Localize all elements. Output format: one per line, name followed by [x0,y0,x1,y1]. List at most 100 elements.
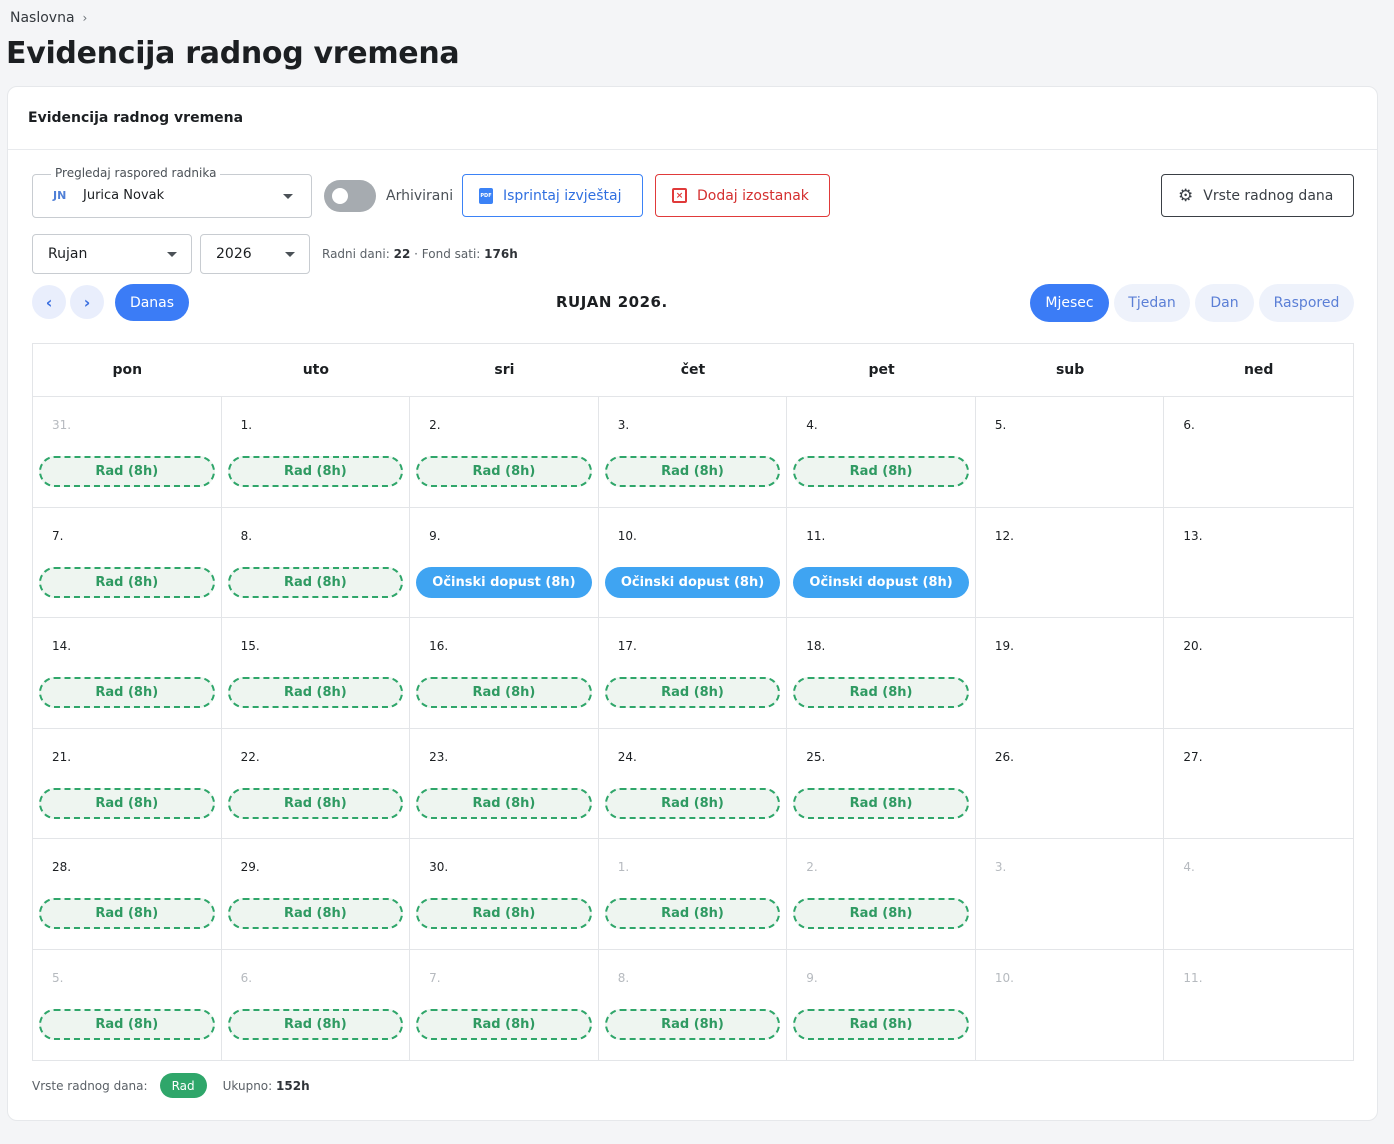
day-types-legend: Vrste radnog dana: Rad Ukupno: 152h [32,1073,310,1098]
employee-select[interactable]: Pregledaj raspored radnika JN Jurica Nov… [32,166,312,218]
calendar-day-cell[interactable]: 9. Rad (8h) [787,949,976,1060]
print-report-button[interactable]: PDF Isprintaj izvještaj [462,174,643,217]
calendar-day-cell[interactable]: 21. Rad (8h) [33,728,222,839]
work-event[interactable]: Rad (8h) [416,787,592,819]
calendar-day-cell[interactable]: 3. [975,839,1165,950]
tab-week[interactable]: Tjedan [1114,284,1190,322]
leave-event[interactable]: Očinski dopust (8h) [793,566,969,598]
calendar-day-cell[interactable]: 6. Rad (8h) [222,949,411,1060]
breadcrumb-home-link[interactable]: Naslovna [10,10,75,26]
leave-event[interactable]: Očinski dopust (8h) [416,566,592,598]
day-number: 21. [52,749,72,764]
calendar-day-cell[interactable]: 30. Rad (8h) [410,839,599,950]
work-event[interactable]: Rad (8h) [416,898,592,929]
calendar-day-cell[interactable]: 2. Rad (8h) [410,397,599,508]
day-number: 5. [994,418,1007,432]
day-types-button[interactable]: ⚙ Vrste radnog dana [1161,174,1354,217]
calendar-day-cell[interactable]: 4. Rad (8h) [787,397,976,508]
tab-day[interactable]: Dan [1195,284,1254,322]
calendar-day-cell[interactable]: 18. Rad (8h) [787,618,976,729]
work-event[interactable]: Rad (8h) [416,1008,592,1040]
work-event[interactable]: Rad (8h) [227,677,404,708]
calendar-day-cell[interactable]: 14. Rad (8h) [33,618,222,729]
work-event[interactable]: Rad (8h) [39,1008,215,1040]
calendar-day-cell[interactable]: 6. [1164,397,1353,508]
legend-chip-work: Rad [159,1073,207,1098]
calendar-day-cell[interactable]: 24. Rad (8h) [598,728,788,839]
month-select[interactable]: Rujan [32,234,192,274]
work-event[interactable]: Rad (8h) [227,456,404,487]
leave-event[interactable]: Očinski dopust (8h) [604,566,781,598]
add-absence-button[interactable]: × Dodaj izostanak [655,174,830,217]
work-event[interactable]: Rad (8h) [39,566,215,598]
work-event[interactable]: Rad (8h) [604,787,781,819]
work-event[interactable]: Rad (8h) [39,677,215,708]
calendar-day-cell[interactable]: 8. Rad (8h) [221,507,411,618]
calendar-day-cell[interactable]: 1. Rad (8h) [598,839,788,950]
calendar-day-cell[interactable]: 13. [1164,508,1353,618]
calendar-day-cell[interactable]: 19. [975,618,1165,729]
calendar-day-cell[interactable]: 16. Rad (8h) [410,618,599,729]
tab-schedule[interactable]: Raspored [1259,284,1354,322]
calendar-day-cell[interactable]: 29. Rad (8h) [221,839,411,950]
pdf-icon: PDF [479,187,493,204]
calendar-day-cell[interactable]: 7. Rad (8h) [33,507,222,618]
work-event[interactable]: Rad (8h) [604,898,781,929]
calendar-day-cell[interactable]: 5. [975,397,1165,508]
calendar-day-cell[interactable]: 10. [976,949,1165,1060]
calendar-day-cell[interactable]: 2. Rad (8h) [787,839,976,950]
next-period-button[interactable]: › [70,285,104,319]
day-number: 1. [240,418,253,432]
calendar-day-cell[interactable]: 12. [975,507,1165,618]
calendar-day-cell[interactable]: 11. [1164,950,1353,1061]
calendar-grid: 31. Rad (8h) 1. Rad (8h) 2. Rad (8h) 3. Rad (8h… [33,397,1353,1060]
calendar-day-cell[interactable]: 3. Rad (8h) [598,397,788,508]
calendar-day-cell[interactable]: 27. [1164,729,1353,839]
calendar-day-cell[interactable]: 9. Očinski dopust (8h) [410,507,599,618]
work-event[interactable]: Rad (8h) [793,456,969,487]
work-event[interactable]: Rad (8h) [793,677,969,708]
calendar-day-cell[interactable]: 25. Rad (8h) [787,728,976,839]
calendar-day-cell[interactable]: 10. Očinski dopust (8h) [598,507,788,618]
calendar-day-cell[interactable]: 15. Rad (8h) [221,618,411,729]
work-event[interactable]: Rad (8h) [604,456,781,487]
calendar-day-cell[interactable]: 31. Rad (8h) [33,397,222,508]
work-event[interactable]: Rad (8h) [39,787,215,819]
work-event[interactable]: Rad (8h) [227,566,404,598]
work-event[interactable]: Rad (8h) [39,456,215,487]
work-event[interactable]: Rad (8h) [416,677,592,708]
tab-month[interactable]: Mjesec [1030,284,1109,322]
day-number: 7. [52,528,64,543]
calendar-day-cell[interactable]: 20. [1164,618,1353,729]
work-event[interactable]: Rad (8h) [416,456,592,487]
prev-period-button[interactable]: ‹ [32,285,66,319]
work-event[interactable]: Rad (8h) [227,898,404,929]
calendar-day-cell[interactable]: 11. Očinski dopust (8h) [787,507,976,618]
work-event[interactable]: Rad (8h) [604,677,781,708]
work-event[interactable]: Rad (8h) [793,787,969,819]
calendar-day-cell[interactable]: 28. Rad (8h) [33,839,222,950]
day-number: 8. [240,528,253,543]
day-number: 4. [806,418,818,432]
print-report-label: Isprintaj izvještaj [503,187,622,204]
today-button[interactable]: Danas [115,284,189,321]
work-event[interactable]: Rad (8h) [227,787,404,819]
year-select[interactable]: 2026 [200,234,310,274]
calendar-day-cell[interactable]: 8. Rad (8h) [599,949,788,1060]
gear-icon: ⚙ [1178,185,1194,206]
work-event[interactable]: Rad (8h) [39,898,215,929]
archived-toggle[interactable] [324,180,376,212]
calendar-day-cell[interactable]: 23. Rad (8h) [410,728,599,839]
calendar-day-cell[interactable]: 4. [1164,839,1353,950]
work-event[interactable]: Rad (8h) [793,1008,969,1040]
calendar-day-cell[interactable]: 7. Rad (8h) [410,949,599,1060]
calendar-day-cell[interactable]: 22. Rad (8h) [221,728,411,839]
calendar-day-cell[interactable]: 17. Rad (8h) [598,618,788,729]
work-event[interactable]: Rad (8h) [227,1008,404,1040]
calendar-day-cell[interactable]: 5. Rad (8h) [33,949,222,1060]
calendar-day-cell[interactable]: 1. Rad (8h) [221,397,411,508]
work-event[interactable]: Rad (8h) [604,1008,781,1040]
work-event[interactable]: Rad (8h) [793,898,969,929]
day-number: 17. [617,639,637,653]
calendar-day-cell[interactable]: 26. [975,728,1165,839]
